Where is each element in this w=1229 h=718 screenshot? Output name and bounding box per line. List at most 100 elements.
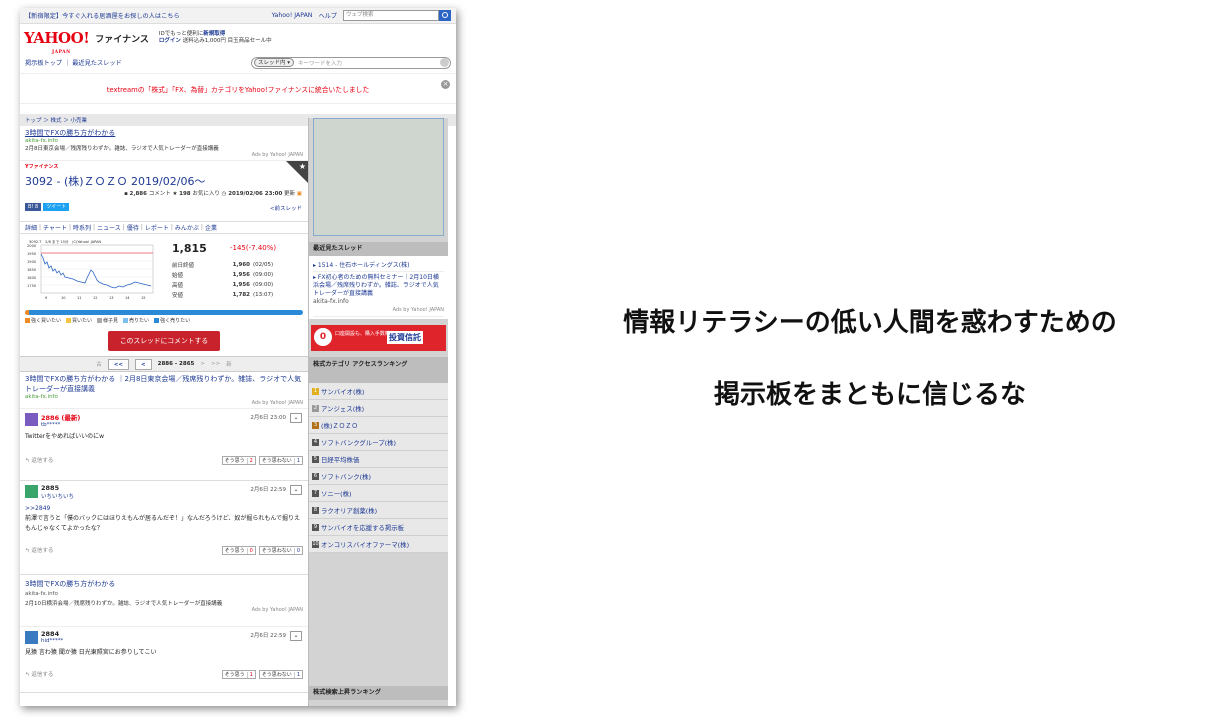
recent-threads-header: 最近見たスレッド	[309, 242, 448, 256]
yahoo-logo[interactable]: YAHOO! JAPAN	[24, 30, 90, 55]
clock-icon: ◷	[221, 191, 227, 197]
tab-company[interactable]: 企業	[205, 223, 217, 232]
disagree-button[interactable]: そう思わない 1	[258, 669, 303, 679]
login-link[interactable]: ログイン	[159, 38, 181, 44]
tab-detail[interactable]: 詳細	[25, 223, 37, 232]
ad-bottom[interactable]: 3時間でFXの勝ち方がわかる akita-fx.info 2月10日横浜会場／残…	[20, 575, 308, 627]
sentiment-legend: 強く買いたい 買いたい 様子見 売りたい 強く売りたい	[25, 317, 303, 324]
ad-top[interactable]: 3時間でFXの勝ち方がわかる akita-fx.info 2月8日東京会場／残席…	[20, 126, 308, 161]
ranking-item[interactable]: 1 サンバイオ(株)	[309, 383, 448, 400]
ad-inline[interactable]: 3時間でFXの勝ち方がわかる ｜2月8日東京会場／残席残りわずか。雑誌、ラジオで…	[20, 372, 308, 409]
site-header: YAHOO! JAPAN ファイナンス IDでもっと便利に新規取得 ログイン 送料…	[20, 24, 456, 55]
comment-post: 2885 いちいちいち 2月6日 22:59 ⌄ >>2849 前澤で言うと「僕…	[20, 481, 308, 575]
board-nav: 掲示板トップ ｜ 最近見たスレッド スレッド内 ▾ キーワードを入力	[20, 52, 456, 74]
agree-button[interactable]: そう思う 0	[221, 545, 256, 555]
tab-history[interactable]: 時系列	[73, 223, 91, 232]
reply-link[interactable]: ↰ 返信する	[25, 456, 219, 464]
thread-search[interactable]: スレッド内 ▾ キーワードを入力	[251, 56, 451, 69]
close-icon[interactable]: ×	[441, 80, 450, 89]
tab-benefit[interactable]: 優待	[127, 223, 139, 232]
ads-by: Ads by Yahoo! JAPAN	[251, 400, 303, 406]
ranking-item[interactable]: 10 オンコリスバイオファーマ(株)	[309, 536, 448, 553]
chevron-down-icon[interactable]: ⌄	[290, 485, 302, 495]
tab-chart[interactable]: チャート	[43, 223, 67, 232]
comment-user[interactable]: tb*****	[41, 422, 303, 428]
ads-by: Ads by Yahoo! JAPAN	[251, 152, 303, 158]
sidebar-ad[interactable]	[313, 118, 444, 236]
tab-news[interactable]: ニュース	[97, 223, 121, 232]
rss-icon[interactable]: ▣	[297, 191, 302, 197]
pager-prev-button[interactable]: <	[135, 358, 152, 370]
comment-post: 2884 hid***** 2月6日 22:59 ⌄ 見猿 言わ猿 聞か猿 日光…	[20, 627, 308, 693]
yahoo-japan-link[interactable]: Yahoo! JAPAN	[272, 12, 313, 19]
ranking-item[interactable]: 8 ラクオリア創薬(株)	[309, 502, 448, 519]
price-change: -145(-7.40%)	[230, 244, 277, 252]
finance-brand: Yファイナンス	[25, 164, 59, 170]
comment-user[interactable]: いちいちいち	[41, 492, 303, 500]
ranking-item[interactable]: 6 ソフトバンク(株)	[309, 468, 448, 485]
tab-report[interactable]: レポート	[145, 223, 169, 232]
pager-range: 2886 - 2865	[157, 361, 195, 367]
ad-title[interactable]: 3時間でFXの勝ち方がわかる	[25, 579, 303, 589]
ranking-item[interactable]: 9 サンバイオを応援する掲示板	[309, 519, 448, 536]
comment-time: 2月6日 22:59	[250, 487, 286, 493]
avatar[interactable]	[25, 631, 38, 644]
chevron-down-icon[interactable]: ⌄	[290, 631, 302, 641]
svg-text:1850: 1850	[27, 268, 37, 272]
fund-banner[interactable]: 0 口座開設も、購入手数料も。 投資信託	[311, 325, 446, 351]
svg-text:15: 15	[141, 296, 146, 300]
avatar[interactable]	[25, 413, 38, 426]
price-row: 高値 1,956 (09:00)	[172, 282, 274, 289]
thread-search-button[interactable]	[440, 58, 449, 67]
recent-thread-item[interactable]: ▸ FX初心者のための無料セミナー｜2月10日横浜会場／残席残りわずか。雑誌、ラ…	[313, 272, 444, 317]
chevron-down-icon[interactable]: ⌄	[290, 413, 302, 423]
comment-icon: ▪	[124, 191, 128, 197]
pager-first-button[interactable]: <<	[107, 358, 130, 370]
prev-thread-link[interactable]: <前スレッド	[270, 204, 302, 212]
disagree-button[interactable]: そう思わない 1	[258, 455, 303, 465]
ranking-item[interactable]: 5 日経平均株価	[309, 451, 448, 468]
quote-link[interactable]: >>2849	[25, 504, 303, 514]
svg-text:14: 14	[125, 296, 130, 300]
comment-time: 2月6日 22:59	[250, 633, 286, 639]
chart-header: 3092.T 2/6 まで 15分 (C)Yahoo! JAPAN	[29, 239, 101, 244]
post-comment-button[interactable]: このスレッドにコメントする	[107, 331, 221, 351]
tab-minkabu[interactable]: みんかぶ	[175, 223, 199, 232]
svg-text:1900: 1900	[27, 260, 37, 264]
promo-link[interactable]: 【新宿限定】今すぐ入れる居酒屋をお探しの人はこちら	[25, 11, 272, 20]
login-box: IDでもっと便利に新規取得 ログイン 送料込み1,000円 目玉商品セール中	[158, 31, 272, 44]
finance-title[interactable]: ファイナンス	[95, 32, 149, 45]
thread-title[interactable]: 3092 - (株)ＺＯＺＯ 2019/02/06～	[25, 173, 303, 189]
intraday-chart[interactable]: 3092.T 2/6 まで 15分 (C)Yahoo! JAPAN 2000 1…	[25, 238, 157, 304]
integration-notice: textreamの「株式」「FX、為替」カテゴリをYahoo!ファイナンスに統合…	[20, 74, 456, 104]
favorite-star-icon[interactable]: ★	[299, 162, 306, 171]
ranking-item[interactable]: 7 ソニー(株)	[309, 485, 448, 502]
recent-thread-item[interactable]: ▸ 1514 - 住石ホールディングス(株)	[313, 258, 444, 272]
ranking-item[interactable]: 4 ソフトバンクグループ(株)	[309, 434, 448, 451]
reply-link[interactable]: ↰ 返信する	[25, 546, 219, 554]
search-icon[interactable]	[439, 10, 451, 21]
agree-button[interactable]: そう思う 1	[221, 669, 256, 679]
help-link[interactable]: ヘルプ	[318, 11, 337, 20]
web-search-input[interactable]: ウェブ検索	[343, 10, 439, 21]
ad-title[interactable]: 3時間でFXの勝ち方がわかる	[25, 128, 303, 138]
avatar[interactable]	[25, 485, 38, 498]
ranking-item[interactable]: 2 アンジェス(株)	[309, 400, 448, 417]
keyword-input[interactable]: キーワードを入力	[298, 59, 440, 67]
tweet-button[interactable]: ツイート	[43, 203, 70, 211]
price-table: 前日終値 1,960 (02/05) 始値 1,956 (09:00) 高値 1,956(…	[172, 260, 292, 300]
search-ranking-header: 株式検索上昇ランキング	[309, 686, 448, 700]
ad-title[interactable]: 3時間でFXの勝ち方がわかる ｜2月8日東京会場／残席残りわずか。雑誌、ラジオで…	[25, 374, 303, 394]
ranking-item[interactable]: 3 (株)ＺＯＺＯ	[309, 417, 448, 434]
recent-threads: ▸ 1514 - 住石ホールディングス(株) ▸ FX初心者のための無料セミナー…	[309, 256, 448, 319]
ad-url: akita-fx.info	[25, 591, 58, 597]
signup-link[interactable]: 新規取得	[203, 31, 225, 37]
svg-text:10: 10	[61, 296, 66, 300]
comment-post: 2886 (最新) tb***** 2月6日 23:00 ⌄ Twitterをや…	[20, 409, 308, 481]
agree-button[interactable]: そう思う 2	[221, 455, 256, 465]
disagree-button[interactable]: そう思わない 0	[258, 545, 303, 555]
comment-time: 2月6日 23:00	[250, 415, 286, 421]
hatena-bookmark-button[interactable]: B! 8	[25, 203, 42, 211]
thread-scope-select[interactable]: スレッド内 ▾	[254, 58, 295, 67]
reply-link[interactable]: ↰ 返信する	[25, 670, 219, 678]
